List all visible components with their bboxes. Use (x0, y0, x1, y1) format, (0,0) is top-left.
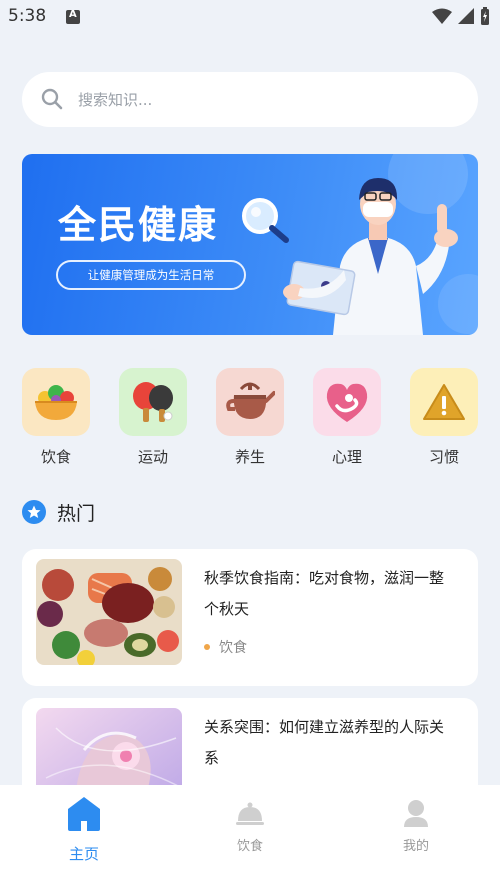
heart-icon (313, 368, 381, 436)
category-label: 养生 (234, 448, 265, 466)
category-grid: 饮食 运动 养生 心理 习惯 (22, 368, 478, 468)
cloche-icon (236, 802, 264, 825)
tab-home-label: 主页 (68, 845, 99, 863)
search-icon (41, 88, 63, 110)
category-psychology[interactable]: 心理 (313, 368, 381, 467)
ping-pong-icon (119, 368, 187, 436)
category-label: 习惯 (428, 448, 459, 466)
battery-icon (481, 7, 489, 25)
tag-dot (204, 644, 210, 650)
article-tag: 饮食 (204, 637, 247, 657)
teapot-icon (216, 368, 284, 436)
notification-icon (66, 9, 80, 24)
status-icons (432, 7, 490, 25)
home-icon (68, 797, 100, 831)
search-input[interactable] (78, 72, 458, 127)
status-time: 5:38 (8, 6, 47, 26)
tab-home[interactable]: 主页 (24, 785, 144, 864)
article-title: 秋季饮食指南：吃对食物，滋润一整个秋天 (204, 569, 445, 618)
wifi-icon (432, 8, 452, 24)
article-card[interactable]: 秋季饮食指南：吃对食物，滋润一整个秋天 饮食 (22, 549, 478, 686)
category-label: 运动 (137, 448, 168, 466)
star-icon (22, 500, 46, 524)
search-bar[interactable] (22, 72, 478, 127)
article-tag-label: 饮食 (219, 640, 247, 656)
bottom-tab-bar: 主页 饮食 我的 (0, 785, 500, 888)
promo-banner[interactable]: 全民健康 让健康管理成为生活日常 (22, 154, 478, 335)
fruit-bowl-icon (22, 368, 90, 436)
category-label: 饮食 (40, 448, 71, 466)
user-icon (404, 800, 428, 827)
tab-diet[interactable]: 饮食 (190, 785, 310, 854)
tab-profile-label: 我的 (402, 839, 429, 854)
warning-icon (410, 368, 478, 436)
tab-diet-label: 饮食 (236, 839, 263, 854)
category-label: 心理 (331, 448, 362, 466)
category-sport[interactable]: 运动 (119, 368, 187, 467)
signal-icon (458, 8, 474, 24)
hot-title: 热门 (57, 502, 96, 525)
banner-title: 全民健康 (58, 203, 219, 247)
status-bar: 5:38 (0, 0, 500, 34)
category-wellness[interactable]: 养生 (216, 368, 284, 467)
tab-profile[interactable]: 我的 (356, 785, 476, 854)
doctor-illustration (242, 154, 478, 335)
hot-section-header: 热门 (22, 498, 95, 526)
article-title: 关系突围：如何建立滋养型的人际关系 (204, 718, 445, 767)
category-diet[interactable]: 饮食 (22, 368, 90, 467)
article-thumbnail (36, 559, 182, 665)
category-habits[interactable]: 习惯 (410, 368, 478, 467)
